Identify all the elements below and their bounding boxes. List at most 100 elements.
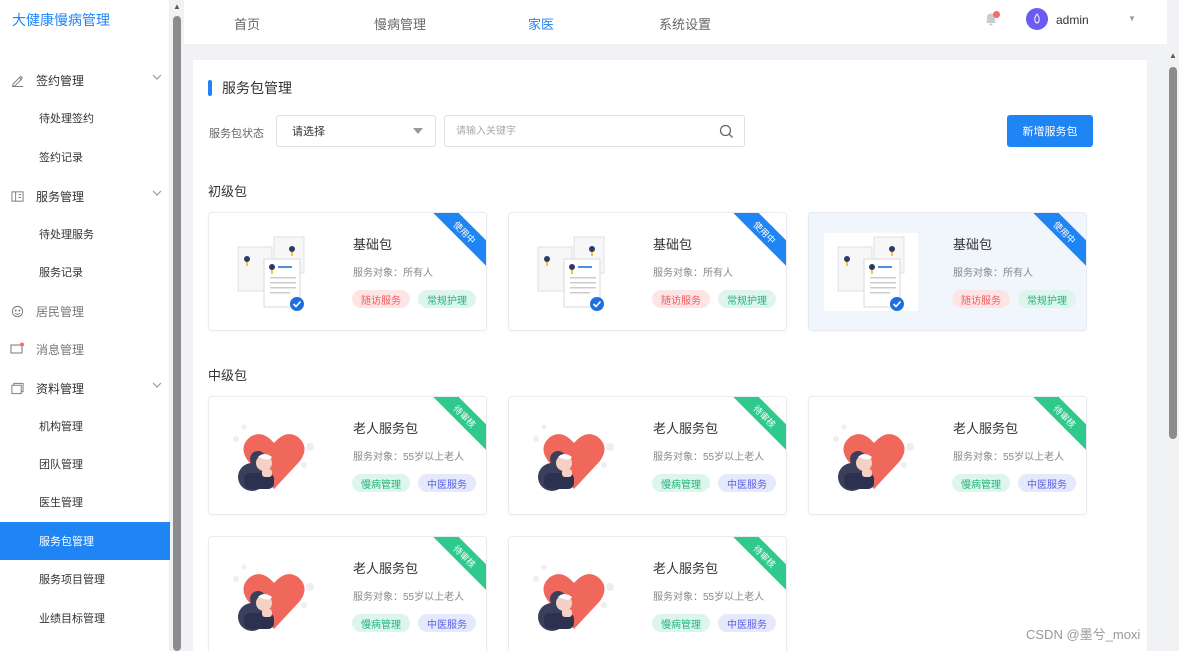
main-scrollbar[interactable]: ▲ [1167, 47, 1179, 651]
scroll-up-arrow-icon[interactable]: ▲ [1169, 51, 1177, 60]
tag-followup: 随访服务 [652, 290, 710, 308]
tag-chronic-management: 慢病管理 [652, 474, 710, 492]
sidebar-group-label: 服务管理 [36, 189, 85, 204]
nav-system-settings[interactable]: 系统设置 [659, 14, 711, 33]
chevron-down-icon [152, 381, 162, 392]
package-card[interactable]: 老人服务包 服务对象：55岁以上老人 慢病管理 中医服务 待审核 [508, 536, 787, 651]
sidebar: 大健康慢病管理 签约管理 待处理签约 签约记录 服务管理 待处理服务 服务记录 … [0, 0, 170, 651]
card-description: 服务对象：55岁以上老人 [653, 592, 765, 603]
card-title: 老人服务包 [653, 561, 719, 576]
sidebar-item-performance[interactable]: 业绩目标管理 [0, 599, 170, 637]
status-ribbon: 使用中 [1028, 213, 1086, 269]
package-card[interactable]: 基础包 服务对象：所有人 随访服务 常规护理 使用中 [808, 212, 1087, 331]
card-description: 服务对象：55岁以上老人 [653, 452, 765, 463]
page-title: 服务包管理 [208, 78, 292, 98]
scrollbar-thumb[interactable] [173, 16, 181, 651]
tag-routine-care: 常规护理 [1018, 290, 1076, 308]
sidebar-group-label: 消息管理 [36, 342, 85, 357]
card-description: 服务对象：所有人 [653, 268, 733, 279]
sidebar-item-pending-sign[interactable]: 待处理签约 [0, 99, 170, 137]
sidebar-item-service-records[interactable]: 服务记录 [0, 253, 170, 291]
document-illustration [537, 236, 605, 311]
sidebar-scrollbar[interactable]: ▲ [172, 0, 182, 651]
sidebar-item-sign-records[interactable]: 签约记录 [0, 138, 170, 176]
card-title: 基础包 [353, 237, 393, 252]
main-panel: 服务包管理 服务包状态 请选择 新增服务包 初级包 基础包 [193, 60, 1147, 651]
tag-chronic-management: 慢病管理 [352, 614, 410, 632]
package-card[interactable]: 老人服务包 服务对象：55岁以上老人 慢病管理 中医服务 待审核 [508, 396, 787, 515]
sidebar-group-label: 签约管理 [36, 73, 85, 88]
nav-home[interactable]: 首页 [234, 14, 260, 33]
caret-down-icon[interactable]: ▼ [1128, 14, 1136, 23]
tag-tcm-service: 中医服务 [1018, 474, 1076, 492]
message-icon [10, 342, 24, 356]
status-select[interactable]: 请选择 [276, 115, 436, 147]
document-illustration [237, 236, 305, 311]
nav-family-doctor[interactable]: 家医 [528, 14, 554, 33]
bell-icon[interactable] [984, 11, 1000, 27]
sidebar-item-service-package[interactable]: 服务包管理 [0, 522, 170, 560]
status-ribbon: 待审核 [428, 397, 486, 453]
status-ribbon: 待审核 [728, 397, 786, 453]
search-input[interactable] [445, 116, 744, 146]
scroll-up-arrow-icon[interactable]: ▲ [173, 2, 181, 11]
username[interactable]: admin [1056, 13, 1089, 27]
edit-icon [10, 73, 24, 87]
search-box[interactable] [444, 115, 745, 147]
service-icon [10, 189, 24, 203]
caret-down-icon [413, 128, 423, 134]
group-title-basic: 初级包 [208, 184, 248, 199]
package-card[interactable]: 老人服务包 服务对象：55岁以上老人 慢病管理 中医服务 待审核 [208, 396, 487, 515]
notification-dot [993, 11, 1000, 18]
sidebar-item-service-project[interactable]: 服务项目管理 [0, 560, 170, 598]
chevron-down-icon [152, 73, 162, 84]
resident-icon [10, 304, 24, 318]
top-nav-bar: 首页 慢病管理 家医 系统设置 admin ▼ [184, 0, 1167, 44]
card-title: 老人服务包 [953, 421, 1019, 436]
chevron-down-icon [152, 189, 162, 200]
package-card[interactable]: 基础包 服务对象：所有人 随访服务 常规护理 使用中 [508, 212, 787, 331]
watermark: CSDN @墨兮_moxi [1026, 627, 1141, 642]
sidebar-item-org[interactable]: 机构管理 [0, 407, 170, 445]
card-title: 老人服务包 [353, 561, 419, 576]
elderly-heart-illustration [533, 424, 614, 491]
package-card[interactable]: 老人服务包 服务对象：55岁以上老人 慢病管理 中医服务 待审核 [808, 396, 1087, 515]
elderly-heart-illustration [833, 424, 914, 491]
tag-tcm-service: 中医服务 [418, 614, 476, 632]
sidebar-group-label: 资料管理 [36, 381, 85, 396]
status-ribbon: 使用中 [728, 213, 786, 269]
scrollbar-thumb[interactable] [1169, 67, 1177, 439]
sidebar-item-doctor[interactable]: 医生管理 [0, 483, 170, 521]
select-value: 请选择 [292, 126, 325, 138]
package-card[interactable]: 基础包 服务对象：所有人 随访服务 常规护理 使用中 [208, 212, 487, 331]
card-description: 服务对象：55岁以上老人 [353, 592, 465, 603]
sidebar-group-sign[interactable]: 签约管理 [0, 61, 170, 99]
add-service-package-button[interactable]: 新增服务包 [1007, 115, 1093, 147]
sidebar-item-team[interactable]: 团队管理 [0, 445, 170, 483]
tag-tcm-service: 中医服务 [418, 474, 476, 492]
group-title-intermediate: 中级包 [208, 368, 248, 383]
card-description: 服务对象：55岁以上老人 [353, 452, 465, 463]
nav-chronic[interactable]: 慢病管理 [374, 14, 426, 33]
sidebar-group-data[interactable]: 资料管理 [0, 369, 170, 407]
tag-routine-care: 常规护理 [718, 290, 776, 308]
folder-icon [10, 381, 24, 395]
filter-label: 服务包状态 [209, 128, 264, 140]
card-description: 服务对象：所有人 [353, 268, 433, 279]
sidebar-group-service[interactable]: 服务管理 [0, 177, 170, 215]
tag-chronic-management: 慢病管理 [352, 474, 410, 492]
card-title: 基础包 [953, 237, 993, 252]
card-title: 老人服务包 [353, 421, 419, 436]
search-icon[interactable] [719, 124, 734, 142]
card-description: 服务对象：55岁以上老人 [953, 452, 1065, 463]
status-ribbon: 待审核 [1028, 397, 1086, 453]
package-card[interactable]: 老人服务包 服务对象：55岁以上老人 慢病管理 中医服务 待审核 [208, 536, 487, 651]
card-title: 基础包 [653, 237, 693, 252]
avatar[interactable] [1026, 8, 1048, 30]
card-description: 服务对象：所有人 [953, 268, 1033, 279]
sidebar-group-resident[interactable]: 居民管理 [0, 292, 170, 330]
tag-followup: 随访服务 [352, 290, 410, 308]
sidebar-item-pending-service[interactable]: 待处理服务 [0, 215, 170, 253]
elderly-heart-illustration [233, 424, 314, 491]
sidebar-group-message[interactable]: 消息管理 [0, 330, 170, 368]
